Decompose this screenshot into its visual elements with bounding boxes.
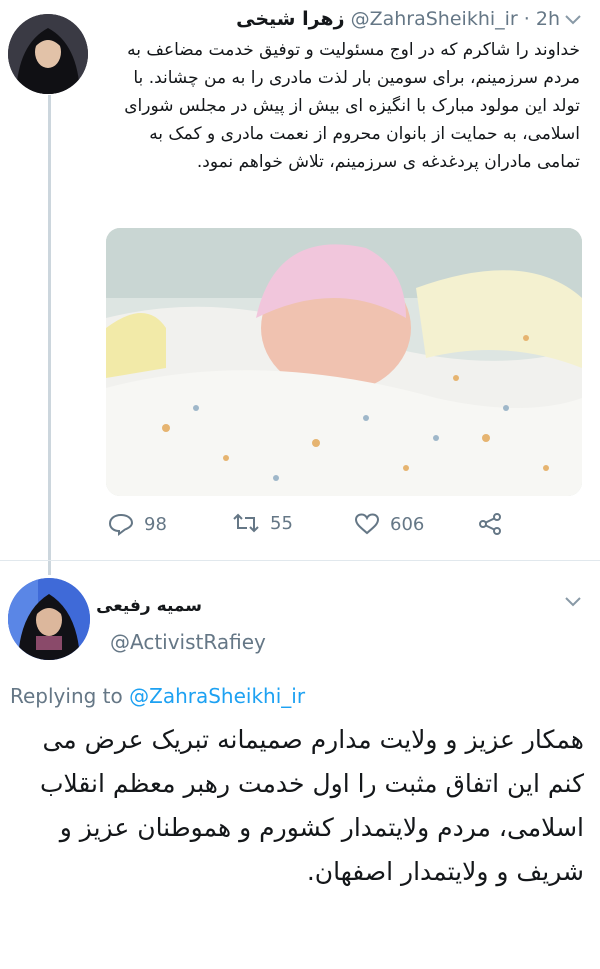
retweet-icon — [233, 513, 259, 533]
like-icon — [354, 513, 380, 535]
reply-author-handle[interactable]: @ActivistRafiey — [110, 630, 266, 654]
replying-label: Replying to — [10, 684, 123, 708]
retweet-action[interactable]: 55 — [232, 512, 293, 534]
tweet-photo[interactable] — [106, 228, 582, 496]
reply-icon — [108, 513, 134, 536]
like-count: 606 — [390, 513, 425, 535]
thread-line — [48, 95, 51, 575]
share-action[interactable] — [478, 512, 502, 536]
replying-to: Replying to @ZahraSheikhi_ir — [10, 684, 305, 708]
reply-text: همکار عزیز و ولایت مدارم صمیمانه تبریک ع… — [39, 725, 584, 886]
author-name[interactable]: زهرا شیخی — [236, 8, 344, 30]
reply-count: 98 — [144, 513, 167, 535]
author-handle[interactable]: @ZahraSheikhi_ir — [351, 8, 518, 30]
retweet-count: 55 — [270, 512, 293, 534]
tweet-header: زهرا شیخی @ZahraSheikhi_ir · 2h — [236, 8, 560, 30]
baby-photo — [106, 228, 582, 496]
reply-avatar-photo — [8, 578, 90, 660]
reply-avatar[interactable] — [8, 578, 90, 660]
reply-action[interactable]: 98 — [108, 512, 167, 536]
tweet-actions: 98 55 606 — [108, 512, 578, 546]
avatar-photo — [8, 14, 88, 94]
chevron-down-icon[interactable] — [564, 592, 582, 613]
tweet-time[interactable]: · 2h — [524, 8, 560, 30]
avatar[interactable] — [8, 14, 88, 94]
like-action[interactable]: 606 — [354, 512, 424, 536]
tweet-divider — [0, 560, 600, 561]
chevron-down-icon[interactable] — [564, 10, 582, 31]
reply-author-name[interactable]: سمیه رفیعی — [96, 596, 202, 616]
replying-mention[interactable]: @ZahraSheikhi_ir — [129, 684, 305, 708]
share-icon — [479, 513, 501, 535]
tweet-text: خداوند را شاکرم که در اوج مسئولیت و توفی… — [124, 40, 580, 172]
